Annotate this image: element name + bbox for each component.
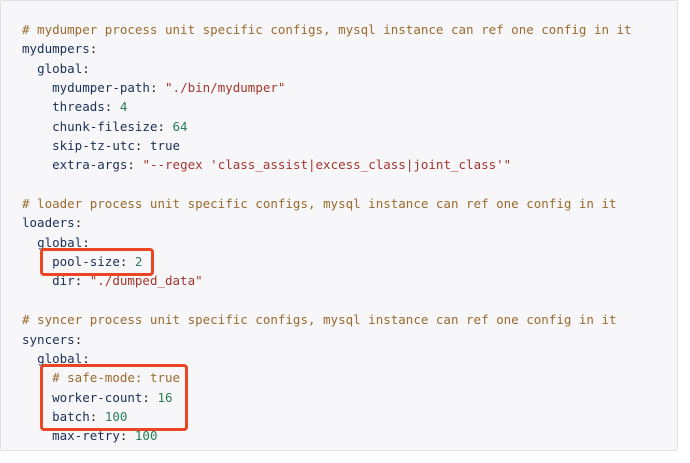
code-line: pool-size: 2: [22, 252, 632, 271]
code-line: # mydumper process unit specific configs…: [22, 20, 632, 39]
code-key: global: [37, 60, 83, 76]
code-separator: :: [157, 118, 173, 134]
code-separator: :: [74, 273, 90, 289]
code-line: syncers:: [22, 330, 632, 349]
code-key: max-retry: [52, 428, 120, 444]
code-key: dir: [52, 273, 75, 289]
code-separator: :: [134, 138, 150, 154]
code-line: global:: [22, 349, 632, 368]
code-line: mydumpers:: [22, 39, 632, 58]
code-separator: :: [82, 350, 90, 366]
code-separator: :: [119, 428, 135, 444]
code-line: dir: "./dumped_data": [22, 271, 632, 290]
code-line: chunk-filesize: 64: [22, 117, 632, 136]
code-key: global: [37, 350, 83, 366]
code-line: # loader process unit specific configs, …: [22, 194, 632, 213]
code-separator: :: [82, 234, 90, 250]
code-line: worker-count: 16: [22, 388, 632, 407]
code-separator: :: [127, 157, 143, 173]
code-key: syncers: [22, 331, 75, 347]
code-separator: :: [142, 389, 158, 405]
code-separator: :: [89, 41, 98, 57]
code-key: threads: [52, 99, 105, 115]
code-content: # mydumper process unit specific configs…: [22, 20, 632, 446]
code-line: skip-tz-utc: true: [22, 136, 632, 155]
code-separator: :: [74, 215, 83, 231]
code-line: max-retry: 100: [22, 426, 632, 445]
code-key: global: [37, 234, 83, 250]
code-value: 2: [134, 254, 143, 270]
code-comment: # safe-mode: true: [52, 370, 181, 386]
code-value: 100: [104, 408, 128, 424]
code-value: 4: [119, 99, 128, 115]
code-blank: [22, 177, 30, 192]
code-line: [22, 175, 632, 194]
code-line: mydumper-path: "./bin/mydumper": [22, 78, 632, 97]
code-separator: :: [149, 80, 166, 96]
code-separator: :: [119, 254, 135, 270]
code-line: global:: [22, 233, 632, 252]
code-line: [22, 291, 632, 310]
code-line: extra-args: "--regex 'class_assist|exces…: [22, 155, 632, 174]
code-comment: # mydumper process unit specific configs…: [22, 22, 632, 37]
code-comment: # syncer process unit specific configs, …: [22, 312, 617, 328]
code-value: "./bin/mydumper": [165, 80, 286, 96]
code-key: mydumpers: [22, 41, 90, 57]
code-block: # mydumper process unit specific configs…: [0, 0, 678, 451]
code-value: 64: [172, 118, 188, 134]
code-line: threads: 4: [22, 97, 632, 116]
code-line: batch: 100: [22, 407, 632, 426]
code-key: loaders: [22, 215, 75, 231]
code-key: extra-args: [52, 157, 128, 173]
code-key: batch: [52, 408, 90, 424]
code-key: mydumper-path: [52, 80, 150, 96]
code-separator: :: [104, 99, 120, 115]
code-line: # safe-mode: true: [22, 368, 632, 387]
code-blank: [22, 293, 30, 308]
code-key: pool-size: [52, 254, 120, 270]
code-line: loaders:: [22, 213, 632, 232]
code-line: # syncer process unit specific configs, …: [22, 310, 632, 329]
code-value: 16: [157, 389, 173, 405]
screenshot-canvas: # mydumper process unit specific configs…: [0, 0, 690, 463]
code-value: "./dumped_data": [89, 273, 203, 289]
code-separator: :: [89, 408, 105, 424]
code-key: worker-count: [52, 389, 143, 405]
code-line: global:: [22, 59, 632, 78]
code-separator: :: [82, 60, 90, 76]
code-value: "--regex 'class_assist|excess_class|join…: [142, 157, 512, 173]
code-separator: :: [74, 331, 83, 347]
code-comment: # loader process unit specific configs, …: [22, 196, 617, 212]
code-key: chunk-filesize: [52, 118, 158, 134]
code-value: true: [149, 138, 181, 154]
code-value: 100: [134, 428, 158, 444]
code-key: skip-tz-utc: [52, 138, 135, 154]
